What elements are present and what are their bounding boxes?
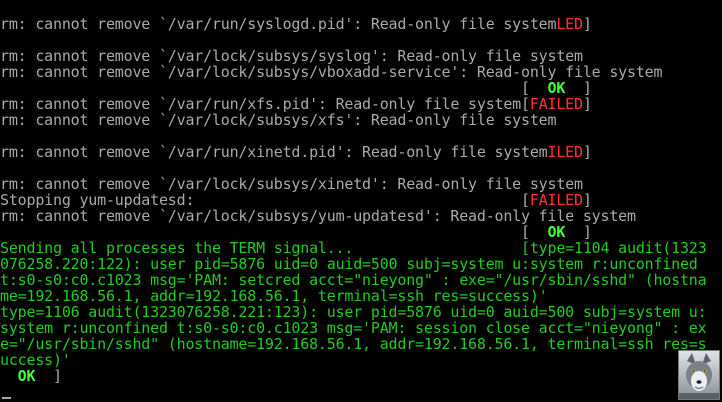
terminal-text: ]	[565, 80, 592, 96]
terminal-text: rm: cannot remove `/var/lock/subsys/yum-…	[0, 208, 636, 224]
text-cursor	[2, 397, 11, 399]
terminal-text: ]	[35, 368, 62, 384]
terminal-line: Sending all processes the TERM signal...…	[0, 240, 722, 256]
terminal-text: OK	[547, 80, 566, 96]
terminal-text: ]	[582, 192, 592, 208]
terminal-text: rm: cannot remove `/var/lock/subsys/xfs'…	[0, 112, 557, 128]
terminal-text: type=1106 audit(1323076258.221:123): use…	[0, 304, 707, 320]
terminal-line: [ OK ]	[0, 80, 722, 96]
terminal-text: [	[0, 224, 548, 240]
terminal-line: system_r:unconfined_t:s0-s0:c0.c1023 msg…	[0, 320, 722, 336]
terminal-line: e="/usr/sbin/sshd" (hostname=192.168.56.…	[0, 336, 722, 352]
terminal-line: type=1106 audit(1323076258.221:123): use…	[0, 304, 722, 320]
terminal-text: 076258.220:122): user pid=5876 uid=0 aui…	[0, 256, 707, 272]
terminal-text: rm: cannot remove `/var/lock/subsys/vbox…	[0, 64, 663, 80]
terminal-text: rm: cannot remove `/var/run/xinetd.pid':…	[0, 144, 548, 160]
wolf-icon	[678, 350, 720, 400]
terminal-text: t:s0-s0:c0.c1023 msg='PAM: setcred acct=…	[0, 272, 707, 288]
terminal-output: rm: cannot remove `/var/run/syslogd.pid'…	[0, 16, 722, 384]
terminal-text: me=192.168.56.1, addr=192.168.56.1, term…	[0, 288, 548, 304]
terminal-line: rm: cannot remove `/var/lock/subsys/xine…	[0, 176, 722, 192]
terminal-text: FAILED	[529, 192, 583, 208]
terminal-text: uccess)'	[0, 352, 71, 368]
terminal-text: rm: cannot remove `/var/lock/subsys/sysl…	[0, 48, 583, 64]
terminal-text: OK	[547, 224, 566, 240]
terminal-line: rm: cannot remove `/var/lock/subsys/yum-…	[0, 208, 722, 224]
terminal-text: ]	[582, 96, 592, 112]
terminal-line: rm: cannot remove `/var/run/syslogd.pid'…	[0, 16, 722, 32]
terminal-line: rm: cannot remove `/var/run/xfs.pid': Re…	[0, 96, 722, 112]
terminal-text: rm: cannot remove `/var/run/syslogd.pid'…	[0, 16, 557, 32]
terminal-line: OK ]	[0, 368, 722, 384]
terminal-text: ]	[582, 16, 592, 32]
terminal-text: FAILED	[529, 96, 583, 112]
terminal-text: [	[521, 96, 530, 112]
terminal-line: 076258.220:122): user pid=5876 uid=0 aui…	[0, 256, 722, 272]
terminal-line: rm: cannot remove `/var/lock/subsys/vbox…	[0, 64, 722, 80]
terminal-text: ]	[565, 224, 592, 240]
terminal-line: Stopping yum-updatesd: [FAILED]	[0, 192, 722, 208]
terminal-text: system_r:unconfined_t:s0-s0:c0.c1023 msg…	[0, 320, 707, 336]
terminal-line: rm: cannot remove `/var/lock/subsys/xfs'…	[0, 112, 722, 128]
terminal-text: LED	[556, 16, 583, 32]
terminal-text: ILED	[547, 144, 584, 160]
terminal-text: rm: cannot remove `/var/lock/subsys/xine…	[0, 176, 583, 192]
terminal-text: OK	[17, 368, 36, 384]
terminal-text: rm: cannot remove `/var/run/xfs.pid': Re…	[0, 96, 522, 112]
terminal-line: rm: cannot remove `/var/lock/subsys/sysl…	[0, 48, 722, 64]
terminal-text: ]	[582, 144, 592, 160]
terminal-text: e="/usr/sbin/sshd" (hostname=192.168.56.…	[0, 336, 707, 352]
terminal-text: Sending all processes the TERM signal...…	[0, 240, 707, 256]
terminal-text: [	[0, 80, 548, 96]
terminal-line: uccess)'	[0, 352, 722, 368]
terminal-text: Stopping yum-updatesd: [	[0, 192, 530, 208]
terminal-line: [ OK ]	[0, 224, 722, 240]
terminal-line: rm: cannot remove `/var/run/xinetd.pid':…	[0, 144, 722, 160]
terminal-line: me=192.168.56.1, addr=192.168.56.1, term…	[0, 288, 722, 304]
terminal-line: t:s0-s0:c0.c1023 msg='PAM: setcred acct=…	[0, 272, 722, 288]
